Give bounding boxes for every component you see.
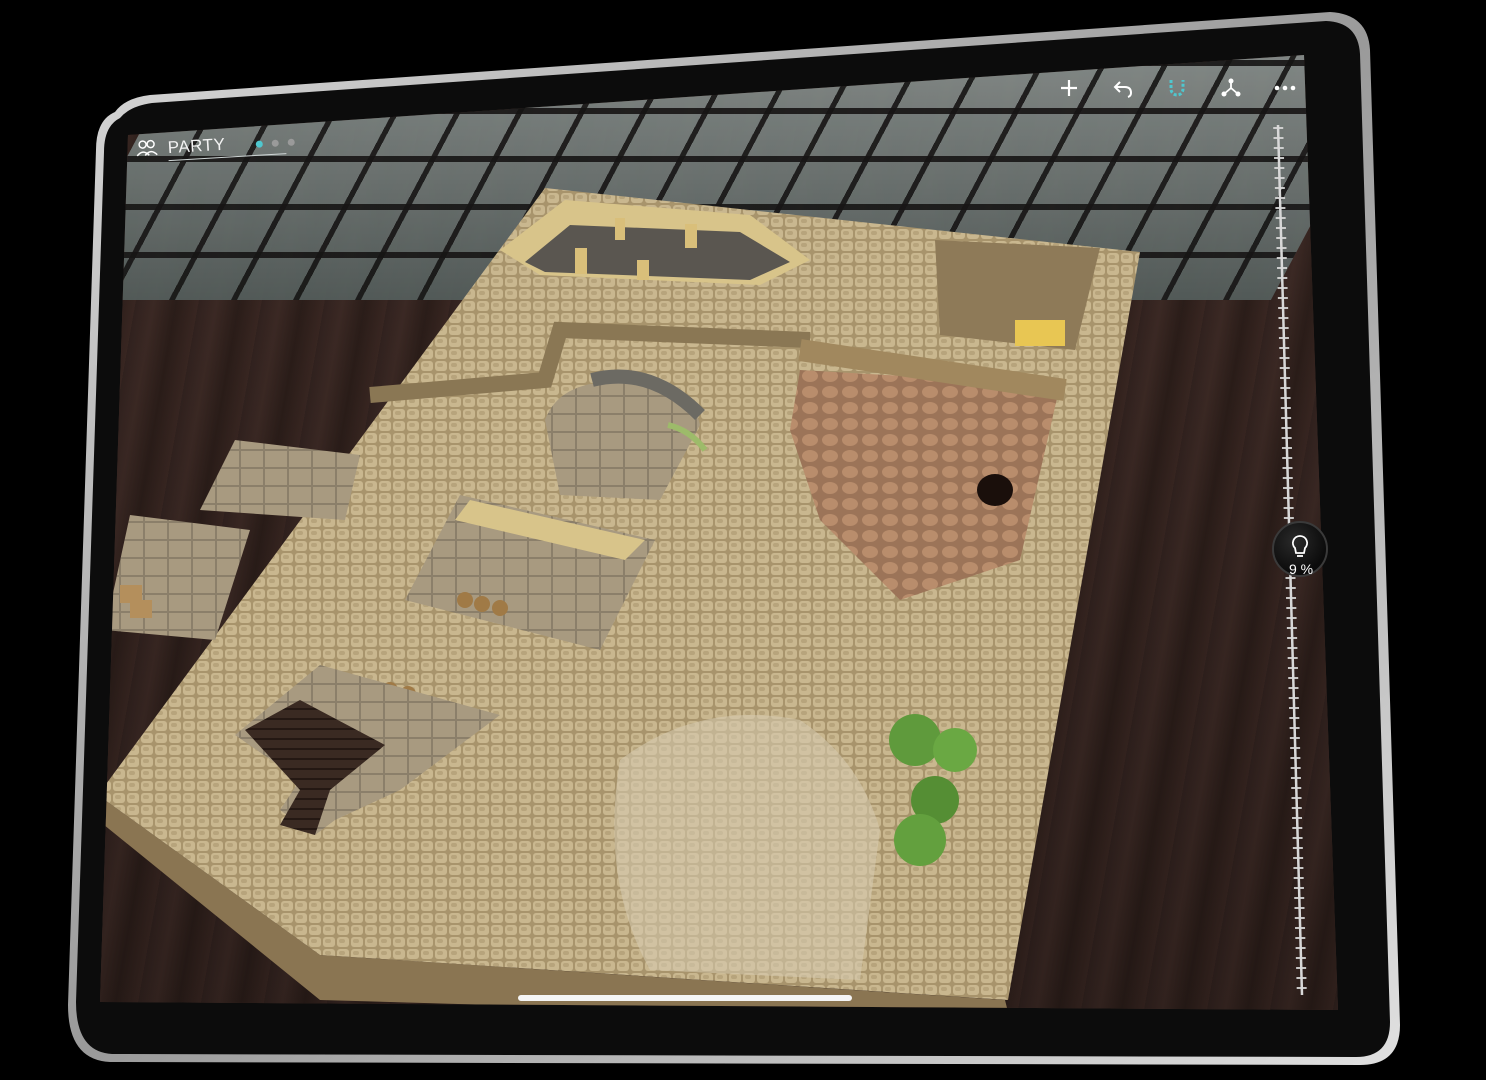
crate[interactable] [130,600,152,618]
magnet-icon[interactable] [1163,74,1191,102]
undo-icon[interactable] [1109,74,1137,102]
lightbulb-icon [1290,534,1310,565]
pillar [575,248,587,274]
more-icon[interactable] [1271,74,1299,102]
pillar [685,224,697,248]
light-slider-value: 9 % [1288,561,1314,577]
page-dot[interactable] [287,138,295,147]
cave-hole [977,474,1013,506]
share-network-icon[interactable] [1217,74,1245,102]
page-dot-active[interactable] [255,140,263,148]
game-viewport[interactable] [0,0,1486,1080]
party-icon [135,139,158,163]
treasure-altar [1015,320,1065,346]
pillar [615,218,625,240]
page-indicator[interactable] [255,138,295,148]
page-dot[interactable] [271,139,279,147]
toolbar [1055,66,1299,110]
left-room [200,440,360,520]
dungeon-map[interactable] [0,0,1486,1080]
plus-icon[interactable] [1055,74,1083,102]
pillar [637,260,649,280]
home-indicator[interactable] [518,995,852,1001]
